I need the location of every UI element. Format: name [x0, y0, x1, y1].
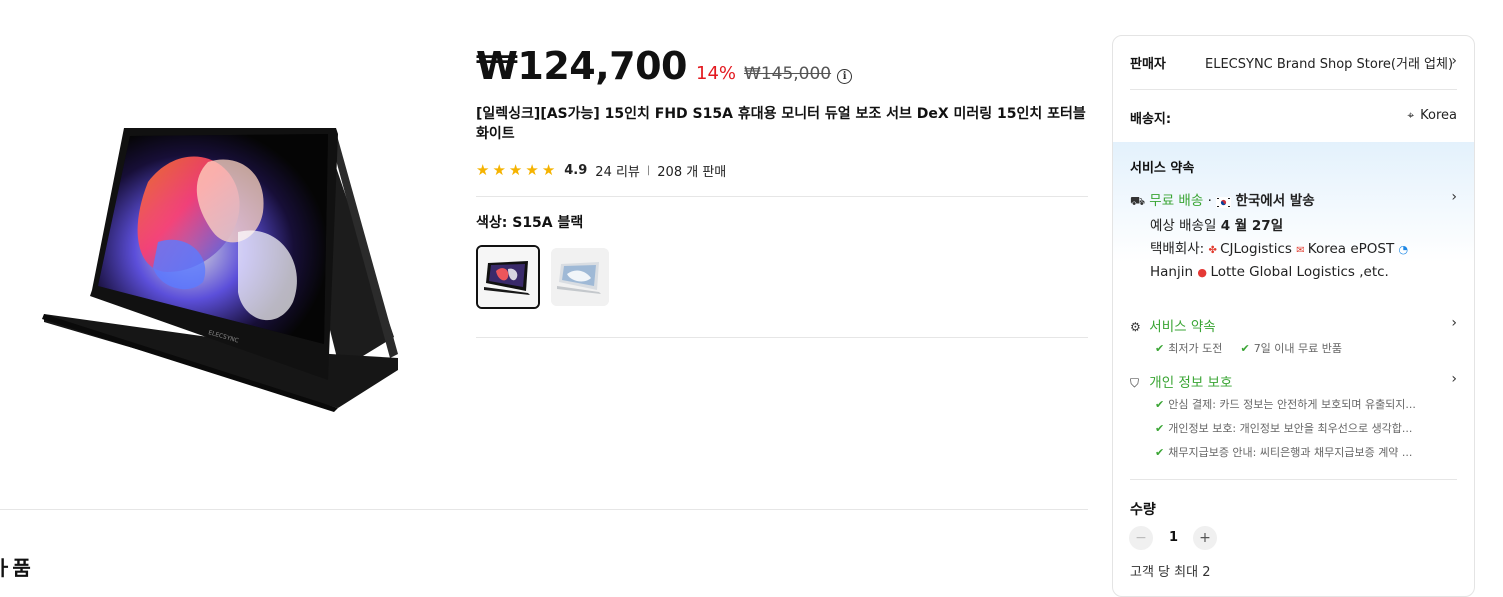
star-icon: ★	[476, 161, 490, 179]
service-heading-row: 서비스 약속	[1130, 157, 1457, 176]
promise-item: 최저가 도전	[1168, 342, 1223, 355]
pin-icon: ⌖	[1407, 108, 1415, 122]
quantity-label: 수량	[1130, 502, 1156, 518]
ship-to-value[interactable]: ⌖ Korea	[1407, 108, 1457, 123]
color-swatch-white[interactable]	[551, 248, 609, 306]
shipping-row[interactable]: ⛟ 무료 배송 · 한국에서 발송 ›	[1130, 189, 1457, 210]
product-info: ₩124,700 14% ₩145,000 i [일렉싱크][AS가능] 15인…	[476, 44, 1088, 180]
carrier-label: 택배회사:	[1150, 241, 1205, 257]
badge-icon: ⚙	[1130, 320, 1141, 334]
free-shipping-label: 무료 배송	[1149, 193, 1204, 209]
seller-label: 판매자	[1130, 57, 1166, 72]
chevron-right-icon[interactable]: ›	[1451, 315, 1457, 331]
shield-icon: ⛉	[1130, 376, 1140, 390]
cj-logo-icon: ✤	[1208, 245, 1221, 256]
lotte-logo-icon: ●	[1197, 265, 1211, 279]
promise-row[interactable]: ⚙ 서비스 약속 ›	[1130, 315, 1457, 335]
check-icon: ✔	[1240, 342, 1250, 355]
black-monitor-thumbnail	[478, 247, 538, 307]
epost-logo-icon: ✉	[1296, 245, 1308, 256]
divider	[476, 337, 1088, 338]
price-row: ₩124,700 14% ₩145,000 i	[476, 44, 1088, 92]
star-icon: ★	[492, 161, 506, 179]
carrier-korea: Korea	[1307, 241, 1347, 257]
product-title: [일렉싱크][AS가능] 15인치 FHD S15A 휴대용 모니터 듀얼 보조…	[476, 106, 1086, 142]
privacy-item-row: ✔ 안심 결제: 카드 정보는 안전하게 보호되며 유출되지...	[1155, 396, 1457, 412]
privacy-item: 채무지급보증 안내: 씨티은행과 채무지급보증 계약 ...	[1168, 446, 1413, 459]
privacy-title: 개인 정보 보호	[1149, 375, 1233, 391]
section-divider	[0, 509, 1088, 510]
carrier-cj: CJLogistics	[1220, 241, 1292, 257]
check-icon: ✔	[1155, 446, 1165, 459]
rating-row: ★ ★ ★ ★ ★ 4.9 24 리뷰 | 208 개 판매	[476, 161, 1088, 181]
sale-price: ₩124,700	[476, 44, 688, 88]
truck-icon: ⛟	[1130, 194, 1146, 208]
check-icon: ✔	[1155, 422, 1165, 435]
quantity-increase-button[interactable]: +	[1193, 526, 1217, 550]
chevron-right-icon[interactable]: ›	[1451, 371, 1457, 387]
rating-score: 4.9	[564, 163, 588, 178]
carrier-lotte: Lotte Global	[1210, 263, 1293, 280]
quantity-heading-row: 수량	[1130, 499, 1457, 519]
review-count-link[interactable]: 24 리뷰	[595, 161, 640, 180]
divider	[476, 196, 1088, 197]
chevron-right-icon[interactable]: ›	[1451, 53, 1457, 69]
star-icon: ★	[541, 161, 556, 179]
eta-date: 4 월 27일	[1220, 218, 1284, 234]
rating-stars: ★ ★ ★ ★ ★	[476, 163, 555, 178]
color-option-label: 색상: S15A 블랙	[476, 215, 584, 231]
color-swatch-black[interactable]	[476, 245, 540, 309]
ship-to-country: Korea	[1420, 108, 1457, 123]
service-heading: 서비스 약속	[1130, 161, 1195, 176]
eta-row: 예상 배송일 4 월 27일	[1150, 214, 1457, 234]
chevron-right-icon[interactable]: ›	[1451, 189, 1457, 205]
eta-prefix: 예상 배송일	[1150, 218, 1217, 234]
promise-title: 서비스 약속	[1149, 319, 1216, 335]
ship-to-label: 배송지:	[1130, 112, 1172, 127]
divider	[1130, 479, 1457, 480]
carrier-list: 택배회사: ✤ CJLogistics ✉ Korea ePOST ◔ Hanj…	[1150, 239, 1414, 283]
privacy-item-row: ✔ 개인정보 보호: 개인정보 보안을 최우선으로 생각합...	[1155, 420, 1457, 436]
product-main-image: ELECSYNC	[38, 122, 406, 414]
seller-name-link[interactable]: ELECSYNC Brand Shop Store(거래 업체)	[1205, 53, 1453, 72]
divider	[1130, 89, 1457, 90]
quantity-value[interactable]: 1	[1169, 530, 1178, 545]
check-icon: ✔	[1155, 342, 1165, 355]
section-heading: ㅏ품	[0, 556, 31, 580]
ship-to-row[interactable]: 배송지: ⌖ Korea	[1130, 108, 1457, 127]
carrier-tail: Logistics ,etc.	[1296, 263, 1389, 280]
info-icon[interactable]: i	[837, 69, 853, 84]
discount-percent: 14%	[696, 63, 737, 84]
privacy-row[interactable]: ⛉ 개인 정보 보호 ›	[1130, 371, 1457, 391]
star-icon: ★	[508, 161, 523, 179]
carrier-hanjin: Hanjin	[1150, 263, 1194, 280]
carrier-epost: ePOST	[1350, 241, 1395, 257]
purchase-panel: 판매자 ELECSYNC Brand Shop Store(거래 업체) › 배…	[1112, 35, 1475, 597]
check-icon: ✔	[1155, 398, 1165, 411]
quantity-decrease-button[interactable]: −	[1129, 526, 1153, 550]
star-icon: ★	[525, 161, 539, 179]
original-price: ₩145,000	[744, 64, 832, 84]
privacy-item-row: ✔ 채무지급보증 안내: 씨티은행과 채무지급보증 계약 ...	[1155, 444, 1457, 460]
white-monitor-thumbnail	[551, 248, 609, 306]
seller-row[interactable]: 판매자 ELECSYNC Brand Shop Store(거래 업체) ›	[1130, 53, 1457, 72]
privacy-item: 개인정보 보호: 개인정보 보안을 최우선으로 생각합...	[1168, 422, 1413, 435]
dot-separator: ·	[1207, 193, 1212, 209]
sold-count: 208 개 판매	[657, 165, 727, 180]
hanjin-logo-icon: ◔	[1398, 243, 1409, 256]
promise-items: ✔ 최저가 도전 ✔ 7일 이내 무료 반품	[1155, 340, 1457, 356]
portable-monitor-image: ELECSYNC	[42, 128, 398, 412]
privacy-item: 안심 결제: 카드 정보는 안전하게 보호되며 유출되지...	[1168, 398, 1416, 411]
korea-flag-icon	[1216, 196, 1232, 208]
ship-from: 한국에서 발송	[1235, 193, 1315, 209]
divider: |	[646, 165, 651, 176]
promise-item: 7일 이내 무료 반품	[1253, 342, 1343, 355]
